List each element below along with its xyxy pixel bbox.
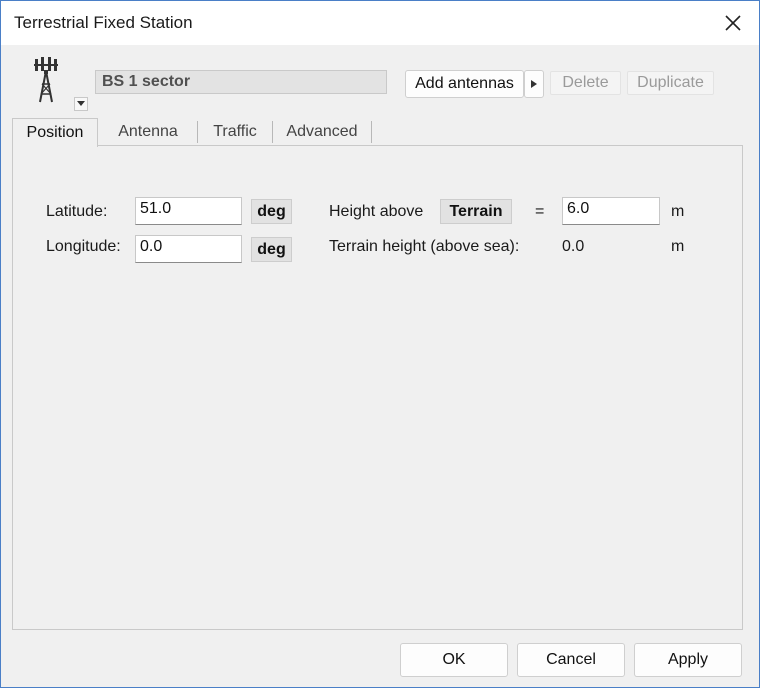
tab-advanced[interactable]: Advanced bbox=[274, 118, 370, 146]
height-input[interactable]: 6.0 bbox=[562, 197, 660, 225]
terrain-height-label: Terrain height (above sea): bbox=[329, 238, 520, 255]
latitude-unit-button[interactable]: deg bbox=[251, 199, 292, 224]
tab-label: Position bbox=[26, 124, 84, 141]
terrain-height-unit: m bbox=[671, 238, 685, 255]
longitude-label: Longitude: bbox=[46, 238, 121, 255]
window-title: Terrestrial Fixed Station bbox=[14, 13, 193, 32]
triangle-down-icon bbox=[77, 101, 85, 106]
height-reference-button[interactable]: Terrain bbox=[440, 199, 512, 224]
delete-button[interactable]: Delete bbox=[550, 71, 621, 95]
tab-label: Antenna bbox=[118, 123, 178, 140]
duplicate-button[interactable]: Duplicate bbox=[627, 71, 714, 95]
tab-traffic[interactable]: Traffic bbox=[199, 118, 271, 146]
cancel-label: Cancel bbox=[546, 651, 596, 668]
duplicate-label: Duplicate bbox=[637, 74, 704, 91]
ok-button[interactable]: OK bbox=[400, 643, 508, 677]
triangle-right-icon bbox=[531, 80, 537, 88]
terrain-height-value: 0.0 bbox=[562, 238, 585, 255]
apply-button[interactable]: Apply bbox=[634, 643, 742, 677]
close-icon bbox=[725, 15, 741, 31]
tab-separator bbox=[371, 121, 372, 143]
longitude-input[interactable]: 0.0 bbox=[135, 235, 242, 263]
delete-label: Delete bbox=[562, 74, 609, 91]
tab-position[interactable]: Position bbox=[12, 118, 98, 147]
title-bar: Terrestrial Fixed Station bbox=[1, 1, 759, 45]
height-above-label: Height above bbox=[329, 203, 424, 220]
tab-separator bbox=[272, 121, 273, 143]
ok-label: OK bbox=[442, 651, 466, 668]
equals-sign: = bbox=[535, 203, 545, 220]
cancel-button[interactable]: Cancel bbox=[517, 643, 625, 677]
close-button[interactable] bbox=[713, 7, 753, 39]
add-antennas-button[interactable]: Add antennas bbox=[405, 70, 524, 98]
tab-label: Advanced bbox=[286, 123, 358, 140]
add-antennas-label: Add antennas bbox=[415, 75, 514, 92]
antenna-tower-icon[interactable] bbox=[31, 56, 61, 104]
latitude-input[interactable]: 51.0 bbox=[135, 197, 242, 225]
tab-antenna[interactable]: Antenna bbox=[101, 118, 195, 146]
dialog-window: Terrestrial Fixed Station BS 1 sector Ad… bbox=[0, 0, 760, 688]
tab-separator bbox=[197, 121, 198, 143]
tab-label: Traffic bbox=[213, 123, 257, 140]
station-type-dropdown[interactable] bbox=[74, 97, 88, 111]
longitude-unit-button[interactable]: deg bbox=[251, 237, 292, 262]
station-name-field[interactable]: BS 1 sector bbox=[95, 70, 387, 94]
height-unit: m bbox=[671, 203, 685, 220]
apply-label: Apply bbox=[667, 651, 709, 668]
latitude-label: Latitude: bbox=[46, 203, 108, 220]
add-antennas-menu-button[interactable] bbox=[524, 70, 544, 98]
